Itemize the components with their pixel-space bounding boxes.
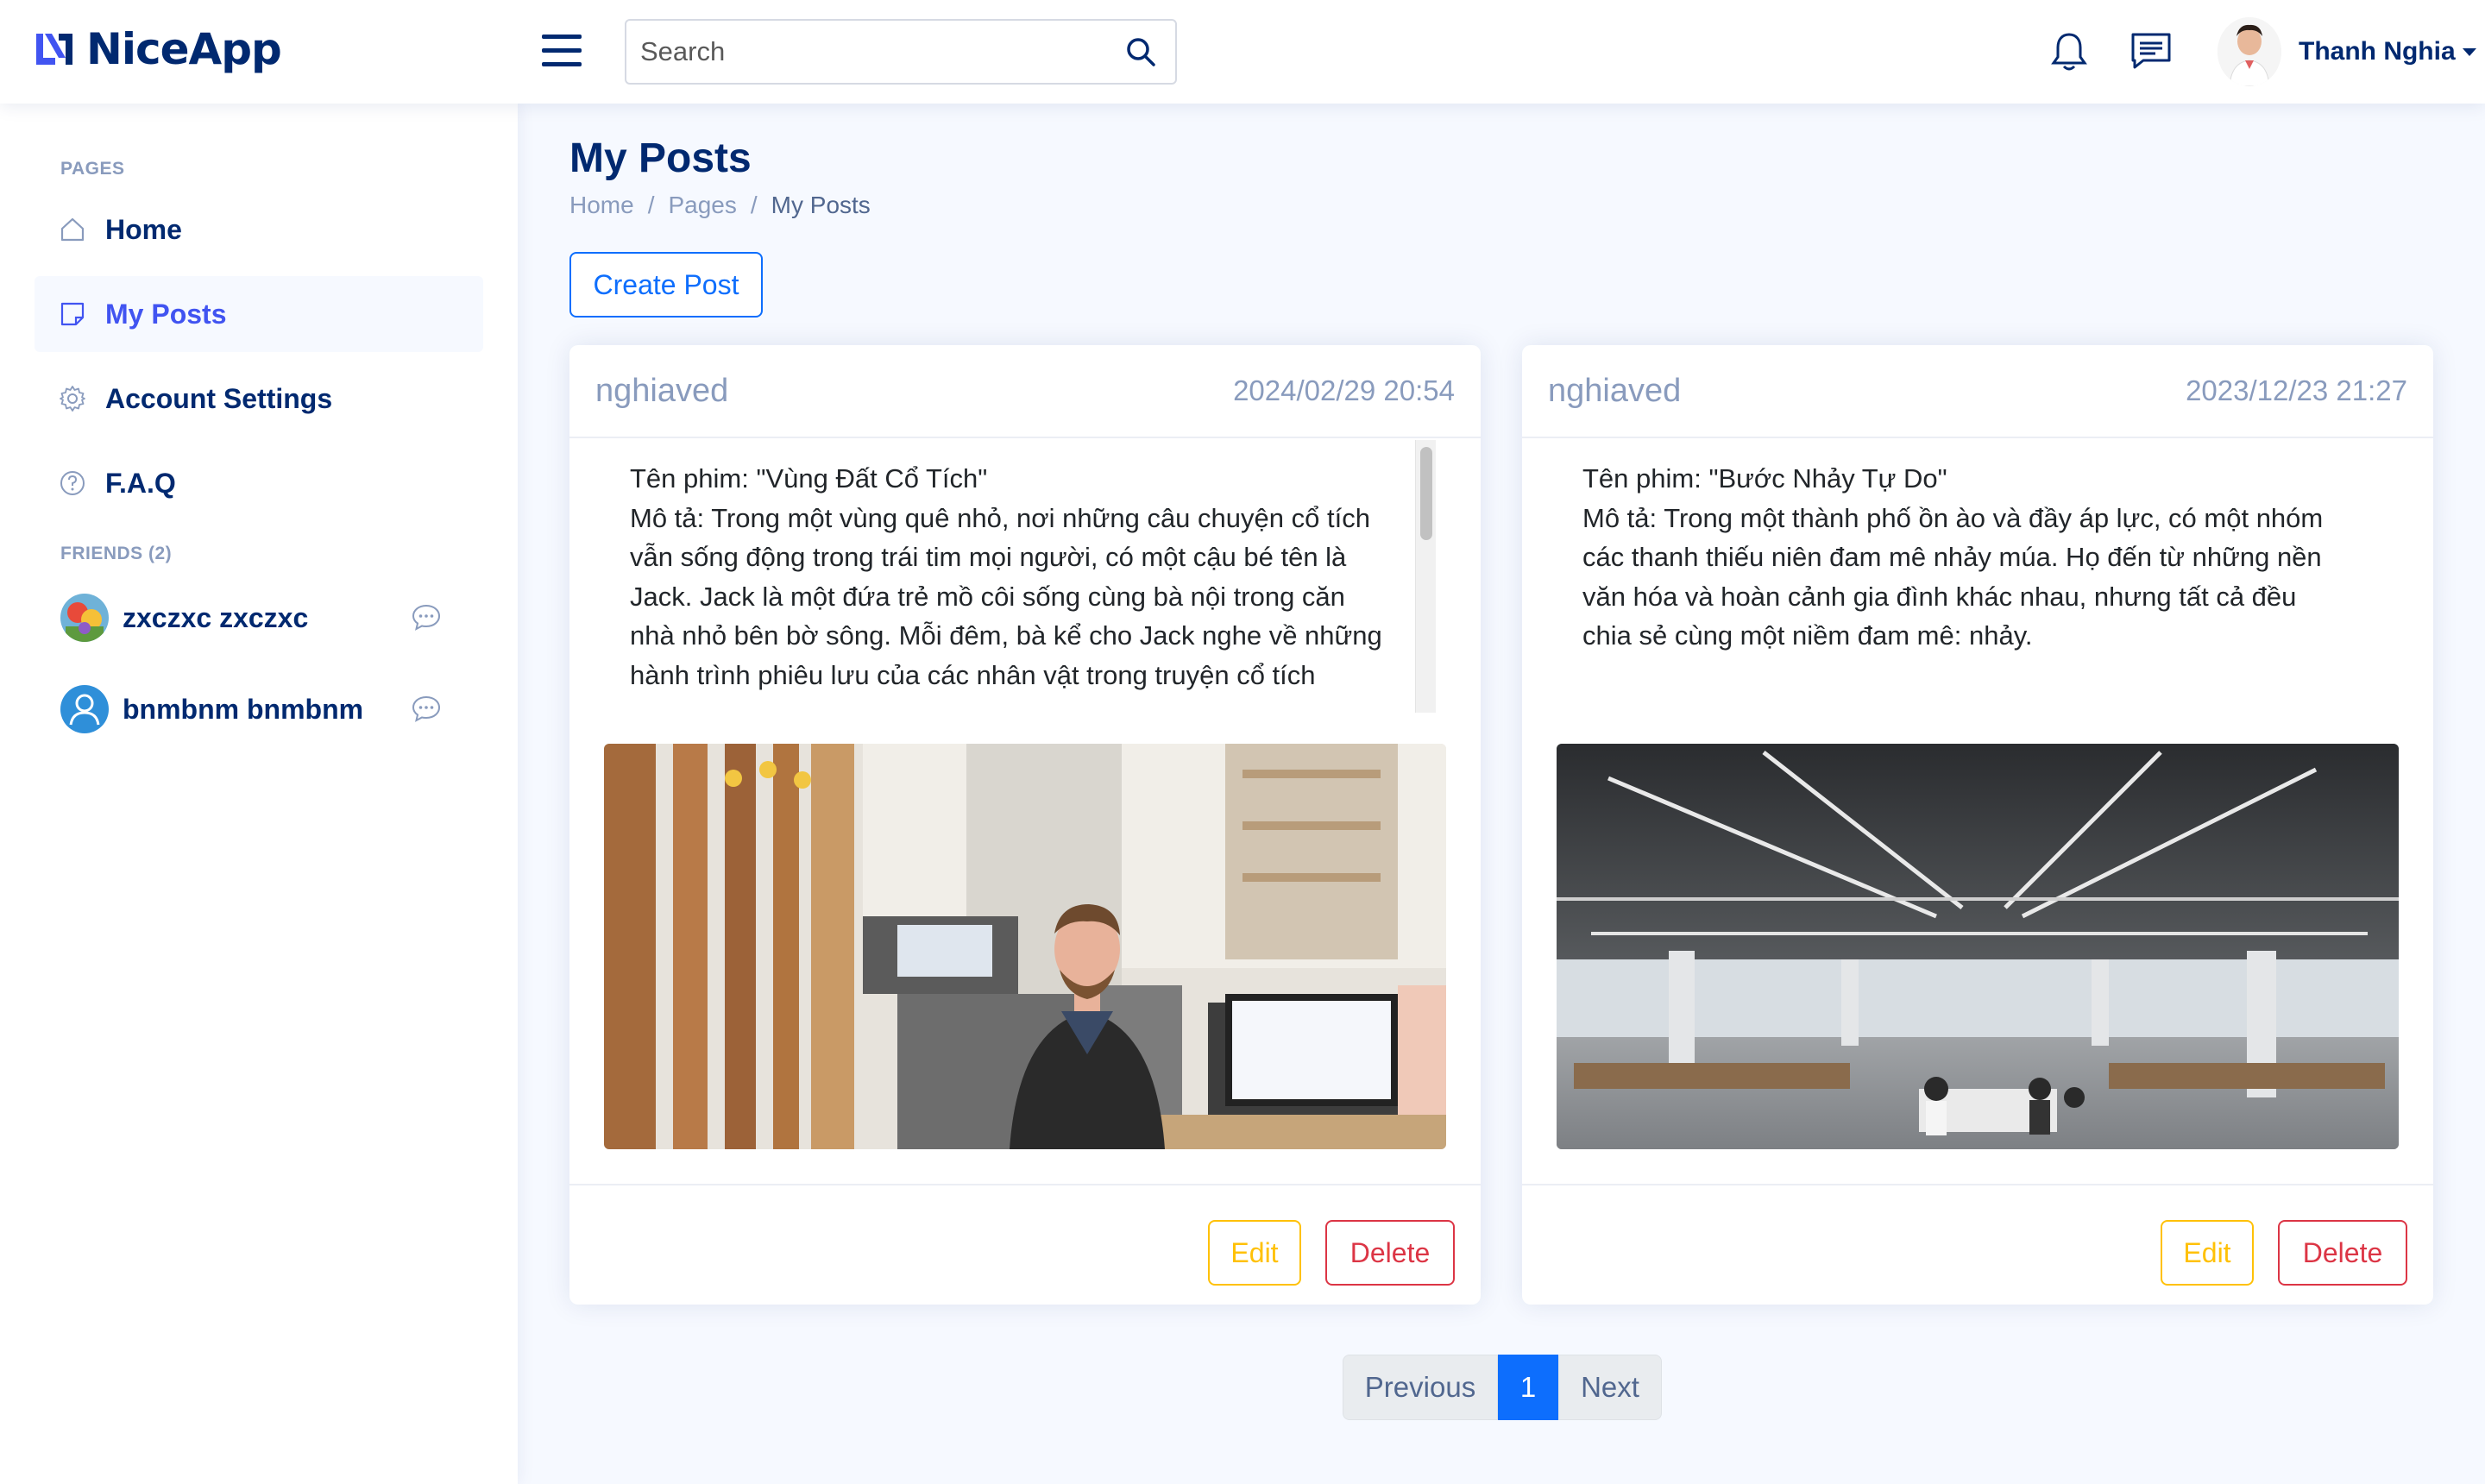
delete-post-button[interactable]: Delete xyxy=(2278,1220,2407,1286)
breadcrumb-home[interactable]: Home xyxy=(569,192,634,219)
post-content-line-1: Tên phim: "Bước Nhảy Tự Do" xyxy=(1582,463,1947,494)
post-content-line-2: Mô tả: Trong một thành phố ồn ào và đầy … xyxy=(1582,502,2324,651)
game-avatar-icon xyxy=(60,594,109,642)
user-name: Thanh Nghia xyxy=(2299,37,2456,66)
post-content-scroll[interactable]: Tên phim: "Vùng Đất Cổ Tích" Mô tả: Trong… xyxy=(604,440,1438,713)
sidebar-item-my-posts[interactable]: My Posts xyxy=(35,276,483,352)
sidebar-item-faq[interactable]: F.A.Q xyxy=(35,445,483,521)
post-card: nghiaved 2023/12/23 21:27 Tên phim: "Bướ… xyxy=(1522,345,2433,1305)
sidebar-item-home[interactable]: Home xyxy=(35,192,483,267)
office-photo-icon xyxy=(604,744,1446,1149)
chat-bubble-icon[interactable] xyxy=(411,694,442,725)
sidebar-item-label: Account Settings xyxy=(105,382,333,414)
notifications-bell-icon[interactable] xyxy=(2050,31,2088,72)
edit-post-button[interactable]: Edit xyxy=(1208,1220,1301,1286)
friend-name: zxczxc zxczxc xyxy=(123,602,309,633)
avatar xyxy=(60,685,109,733)
messages-chat-icon[interactable] xyxy=(2130,31,2173,71)
sidebar-item-label: Home xyxy=(105,213,182,245)
office-interior-photo-icon xyxy=(1557,744,2399,1149)
post-card-footer: Edit Delete xyxy=(569,1184,1481,1305)
search-input[interactable] xyxy=(626,21,1110,83)
breadcrumb-pages[interactable]: Pages xyxy=(668,192,736,219)
breadcrumb-separator: / xyxy=(647,192,655,218)
friend-item[interactable]: zxczxc zxczxc xyxy=(35,580,483,656)
avatar xyxy=(2218,17,2281,86)
post-author: nghiaved xyxy=(595,373,729,409)
post-card: nghiaved 2024/02/29 20:54 Tên phim: "Vùn… xyxy=(569,345,1481,1305)
chevron-down-icon xyxy=(2462,47,2476,56)
post-card-header: nghiaved 2024/02/29 20:54 xyxy=(569,345,1481,438)
avatar xyxy=(60,594,109,642)
sidebar-toggle-button[interactable] xyxy=(542,35,582,67)
edit-post-button[interactable]: Edit xyxy=(2161,1220,2254,1286)
pagination: Previous 1 Next xyxy=(1343,1355,1662,1420)
scrollbar-thumb[interactable] xyxy=(1420,447,1432,540)
user-profile-dropdown[interactable]: Thanh Nghia xyxy=(2218,17,2476,86)
friend-name: bnmbnm bnmbnm xyxy=(123,694,364,725)
sidebar-item-account-settings[interactable]: Account Settings xyxy=(35,361,483,437)
home-icon xyxy=(60,217,85,242)
menu-bar xyxy=(542,48,582,53)
top-header: NiceApp Thanh Nghi xyxy=(0,0,2485,104)
breadcrumb: Home / Pages / My Posts xyxy=(569,192,871,219)
create-post-button[interactable]: Create Post xyxy=(569,252,763,318)
friend-item[interactable]: bnmbnm bnmbnm xyxy=(35,671,483,747)
post-date: 2023/12/23 21:27 xyxy=(2186,374,2407,406)
gear-icon xyxy=(60,386,85,412)
user-photo-icon xyxy=(2218,17,2281,86)
sidebar-item-label: My Posts xyxy=(105,298,227,330)
posts-icon xyxy=(60,302,85,326)
post-content: Tên phim: "Vùng Đất Cổ Tích" Mô tả: Trong… xyxy=(630,459,1389,695)
breadcrumb-current: My Posts xyxy=(771,192,871,218)
delete-post-button[interactable]: Delete xyxy=(1325,1220,1455,1286)
post-card-footer: Edit Delete xyxy=(1522,1184,2433,1305)
pagination-previous-button[interactable]: Previous xyxy=(1343,1355,1498,1420)
post-content-line-2: Mô tả: Trong một vùng quê nhỏ, nơi những… xyxy=(630,502,1382,690)
post-content: Tên phim: "Bước Nhảy Tự Do" Mô tả: Trong … xyxy=(1582,459,2342,656)
sidebar-heading-friends: FRIENDS (2) xyxy=(60,544,173,563)
post-content-scroll[interactable]: Tên phim: "Bước Nhảy Tự Do" Mô tả: Trong … xyxy=(1557,440,2390,713)
sidebar-item-label: F.A.Q xyxy=(105,467,176,499)
post-card-header: nghiaved 2023/12/23 21:27 xyxy=(1522,345,2433,438)
sidebar: PAGES Home My Posts Account Settings F.A… xyxy=(0,104,518,1484)
chat-bubble-icon[interactable] xyxy=(411,602,442,633)
post-image xyxy=(604,744,1446,1149)
post-image xyxy=(1557,744,2399,1149)
post-author: nghiaved xyxy=(1548,373,1682,409)
app-logo[interactable]: NiceApp xyxy=(33,24,282,74)
sidebar-heading-pages: PAGES xyxy=(60,159,125,179)
app-name: NiceApp xyxy=(86,24,282,74)
logo-icon xyxy=(36,34,72,65)
default-user-icon xyxy=(60,685,109,733)
pagination-page-1[interactable]: 1 xyxy=(1498,1355,1558,1420)
pagination-next-button[interactable]: Next xyxy=(1558,1355,1662,1420)
content-scrollbar[interactable] xyxy=(1415,440,1436,713)
post-date: 2024/02/29 20:54 xyxy=(1233,374,1455,406)
menu-bar xyxy=(542,35,582,39)
menu-bar xyxy=(542,62,582,66)
search-icon[interactable] xyxy=(1123,35,1158,69)
question-icon xyxy=(60,471,85,495)
breadcrumb-separator: / xyxy=(750,192,758,218)
post-content-line-1: Tên phim: "Vùng Đất Cổ Tích" xyxy=(630,463,988,494)
page-title: My Posts xyxy=(569,135,752,181)
search-bar xyxy=(625,19,1177,85)
